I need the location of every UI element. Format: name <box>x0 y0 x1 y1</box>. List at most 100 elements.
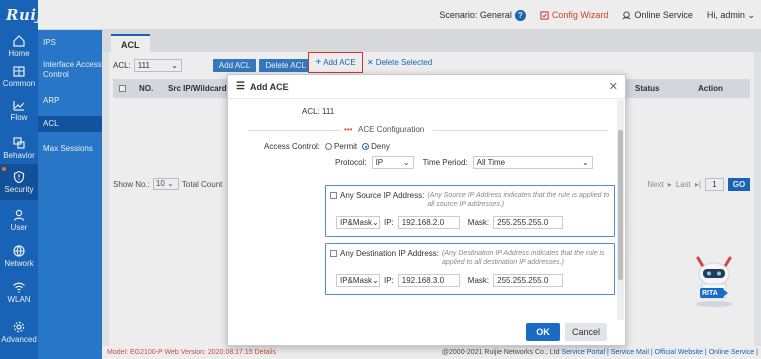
config-wizard-link[interactable]: Config Wizard <box>540 10 608 20</box>
next-page-link[interactable]: Next <box>647 180 663 189</box>
plus-icon: + <box>315 57 322 68</box>
chart-icon <box>13 101 25 111</box>
notification-dot <box>2 167 6 171</box>
go-button[interactable]: GO <box>728 178 750 191</box>
link-service-mail[interactable]: Service Mail <box>611 349 649 356</box>
checkbox-box <box>330 250 337 258</box>
destination-ip-input[interactable]: 192.168.3.0 <box>397 274 460 287</box>
page-number-input[interactable]: 1 <box>705 178 724 191</box>
behavior-icon <box>13 137 25 149</box>
user-icon <box>13 209 25 221</box>
greeting: Hi, admin <box>706 9 745 20</box>
subnav-item-interface-access-control[interactable]: Interface Access Control <box>38 60 102 80</box>
sidebar-item-label: WLAN <box>7 295 31 304</box>
destination-ip-row: IP&Mask ⌄ IP: 192.168.3.0 Mask: 255.255.2… <box>336 274 564 287</box>
dialog-header: ☰ Add ACE ✕ <box>228 75 625 99</box>
tab-acl[interactable]: ACL <box>111 34 150 52</box>
source-ip-row: IP&Mask ⌄ IP: 192.168.2.0 Mask: 255.255.2… <box>336 216 564 229</box>
destination-type-select[interactable]: IP&Mask ⌄ <box>336 274 380 287</box>
menu-icon: ☰ <box>236 81 245 92</box>
acl-select-value: 111 <box>137 61 150 70</box>
deny-label: Deny <box>371 142 390 151</box>
subnav-item-ips[interactable]: IPS <box>38 38 102 48</box>
any-destination-row: Any Destination IP Address: (Any Destina… <box>330 249 612 267</box>
close-icon[interactable]: ✕ <box>609 80 618 93</box>
online-service-label: Online Service <box>634 10 693 20</box>
ip-label: IP: <box>384 218 394 227</box>
delete-selected-button[interactable]: ✕ Delete Selected <box>367 58 432 67</box>
any-destination-checkbox[interactable] <box>330 249 337 267</box>
sidebar-item-behavior[interactable]: Behavior <box>0 130 38 166</box>
sidebar-item-common[interactable]: Common <box>0 58 38 94</box>
deny-radio[interactable]: Deny <box>362 142 390 151</box>
link-online-service[interactable]: Online Service <box>709 349 755 356</box>
delete-acl-button[interactable]: Delete ACL <box>259 59 312 72</box>
ok-button[interactable]: OK <box>526 323 560 341</box>
user-menu[interactable]: Hi, admin ⌄ <box>707 10 755 21</box>
subnav-item-arp[interactable]: ARP <box>38 96 102 106</box>
protocol-value: IP <box>375 158 384 167</box>
top-bar: Scenario: General? Config Wizard Online … <box>0 0 761 30</box>
wifi-icon <box>13 282 25 293</box>
scrollbar-thumb[interactable] <box>618 130 623 280</box>
ip-label: IP: <box>384 276 394 285</box>
sidebar-item-label: Common <box>2 79 36 88</box>
link-official-website[interactable]: Official Website <box>655 349 703 356</box>
protocol-select[interactable]: IP ⌄ <box>371 156 414 169</box>
ace-config-section: ••• ACE Configuration <box>248 125 610 135</box>
chevron-down-icon: ⌄ <box>581 158 589 167</box>
sidebar-item-advanced[interactable]: Advanced <box>0 314 38 350</box>
rita-label: RITA <box>702 290 718 297</box>
divider <box>248 130 340 131</box>
help-icon[interactable]: ? <box>514 9 526 21</box>
permit-radio[interactable]: Permit <box>325 142 357 151</box>
source-ip-box: Any Source IP Address: (Any Source IP Ad… <box>325 185 615 237</box>
add-ace-button[interactable]: + Add ACE <box>308 52 363 73</box>
section-dots: ••• <box>344 125 353 134</box>
delete-selected-label: Delete Selected <box>375 58 433 67</box>
destination-mask-input[interactable]: 255.255.255.0 <box>493 274 564 287</box>
radio-circle <box>325 143 333 151</box>
mask-label: Mask: <box>467 276 490 285</box>
dialog-scrollbar[interactable] <box>617 100 624 320</box>
scenario-label: Scenario: General <box>439 9 512 20</box>
acl-toolbar: ACL: 111 ⌄ Add ACL Delete ACL <box>113 59 312 72</box>
total-count-label: Total Count <box>181 179 223 189</box>
destination-ip-box: Any Destination IP Address: (Any Destina… <box>325 243 615 295</box>
any-source-checkbox[interactable] <box>330 191 337 209</box>
home-icon <box>13 35 25 47</box>
sidebar-item-label: Flow <box>10 113 28 122</box>
sidebar-item-wlan[interactable]: WLAN <box>0 274 38 310</box>
select-all-checkbox[interactable] <box>119 79 126 98</box>
source-ip-input[interactable]: 192.168.2.0 <box>397 216 460 229</box>
sidebar-item-network[interactable]: Network <box>0 238 38 274</box>
sidebar-item-flow[interactable]: Flow <box>0 92 38 128</box>
source-mask-input[interactable]: 255.255.255.0 <box>493 216 564 229</box>
scenario-selector[interactable]: Scenario: General? <box>439 9 526 21</box>
rita-assistant[interactable]: RITA <box>688 250 740 308</box>
sidebar-item-label: Behavior <box>3 151 35 160</box>
chevron-down-icon: ⌄ <box>372 276 379 285</box>
subnav-item-max-sessions[interactable]: Max Sessions <box>38 144 102 154</box>
protocol-row: Protocol: IP ⌄ Time Period: All Time ⌄ <box>335 156 593 169</box>
any-destination-hint: (Any Destination IP Address indicates th… <box>442 250 605 266</box>
section-title: ACE Configuration <box>358 125 425 134</box>
link-service-portal[interactable]: Service Portal <box>561 349 605 356</box>
sidebar-item-label: User <box>10 223 28 232</box>
subnav-item-acl[interactable]: ACL <box>38 116 102 132</box>
sidebar-item-security[interactable]: Security <box>0 164 38 200</box>
chevron-down-icon: ⌄ <box>372 218 379 227</box>
any-destination-label: Any Destination IP Address: <box>340 249 440 258</box>
acl-select[interactable]: 111 ⌄ <box>133 59 182 72</box>
page-size-select[interactable]: 10 ⌄ <box>152 178 179 190</box>
sidebar-item-user[interactable]: User <box>0 202 38 238</box>
column-src: Src IP/Wildcard <box>168 84 227 93</box>
add-acl-button[interactable]: Add ACL <box>212 59 257 72</box>
cancel-button[interactable]: Cancel <box>565 323 607 341</box>
online-service-link[interactable]: Online Service <box>622 10 693 20</box>
destination-type-value: IP&Mask <box>340 276 373 285</box>
time-period-select[interactable]: All Time ⌄ <box>472 156 593 169</box>
source-type-select[interactable]: IP&Mask ⌄ <box>336 216 380 229</box>
last-page-link[interactable]: Last <box>676 180 691 189</box>
column-no: NO. <box>139 84 154 93</box>
